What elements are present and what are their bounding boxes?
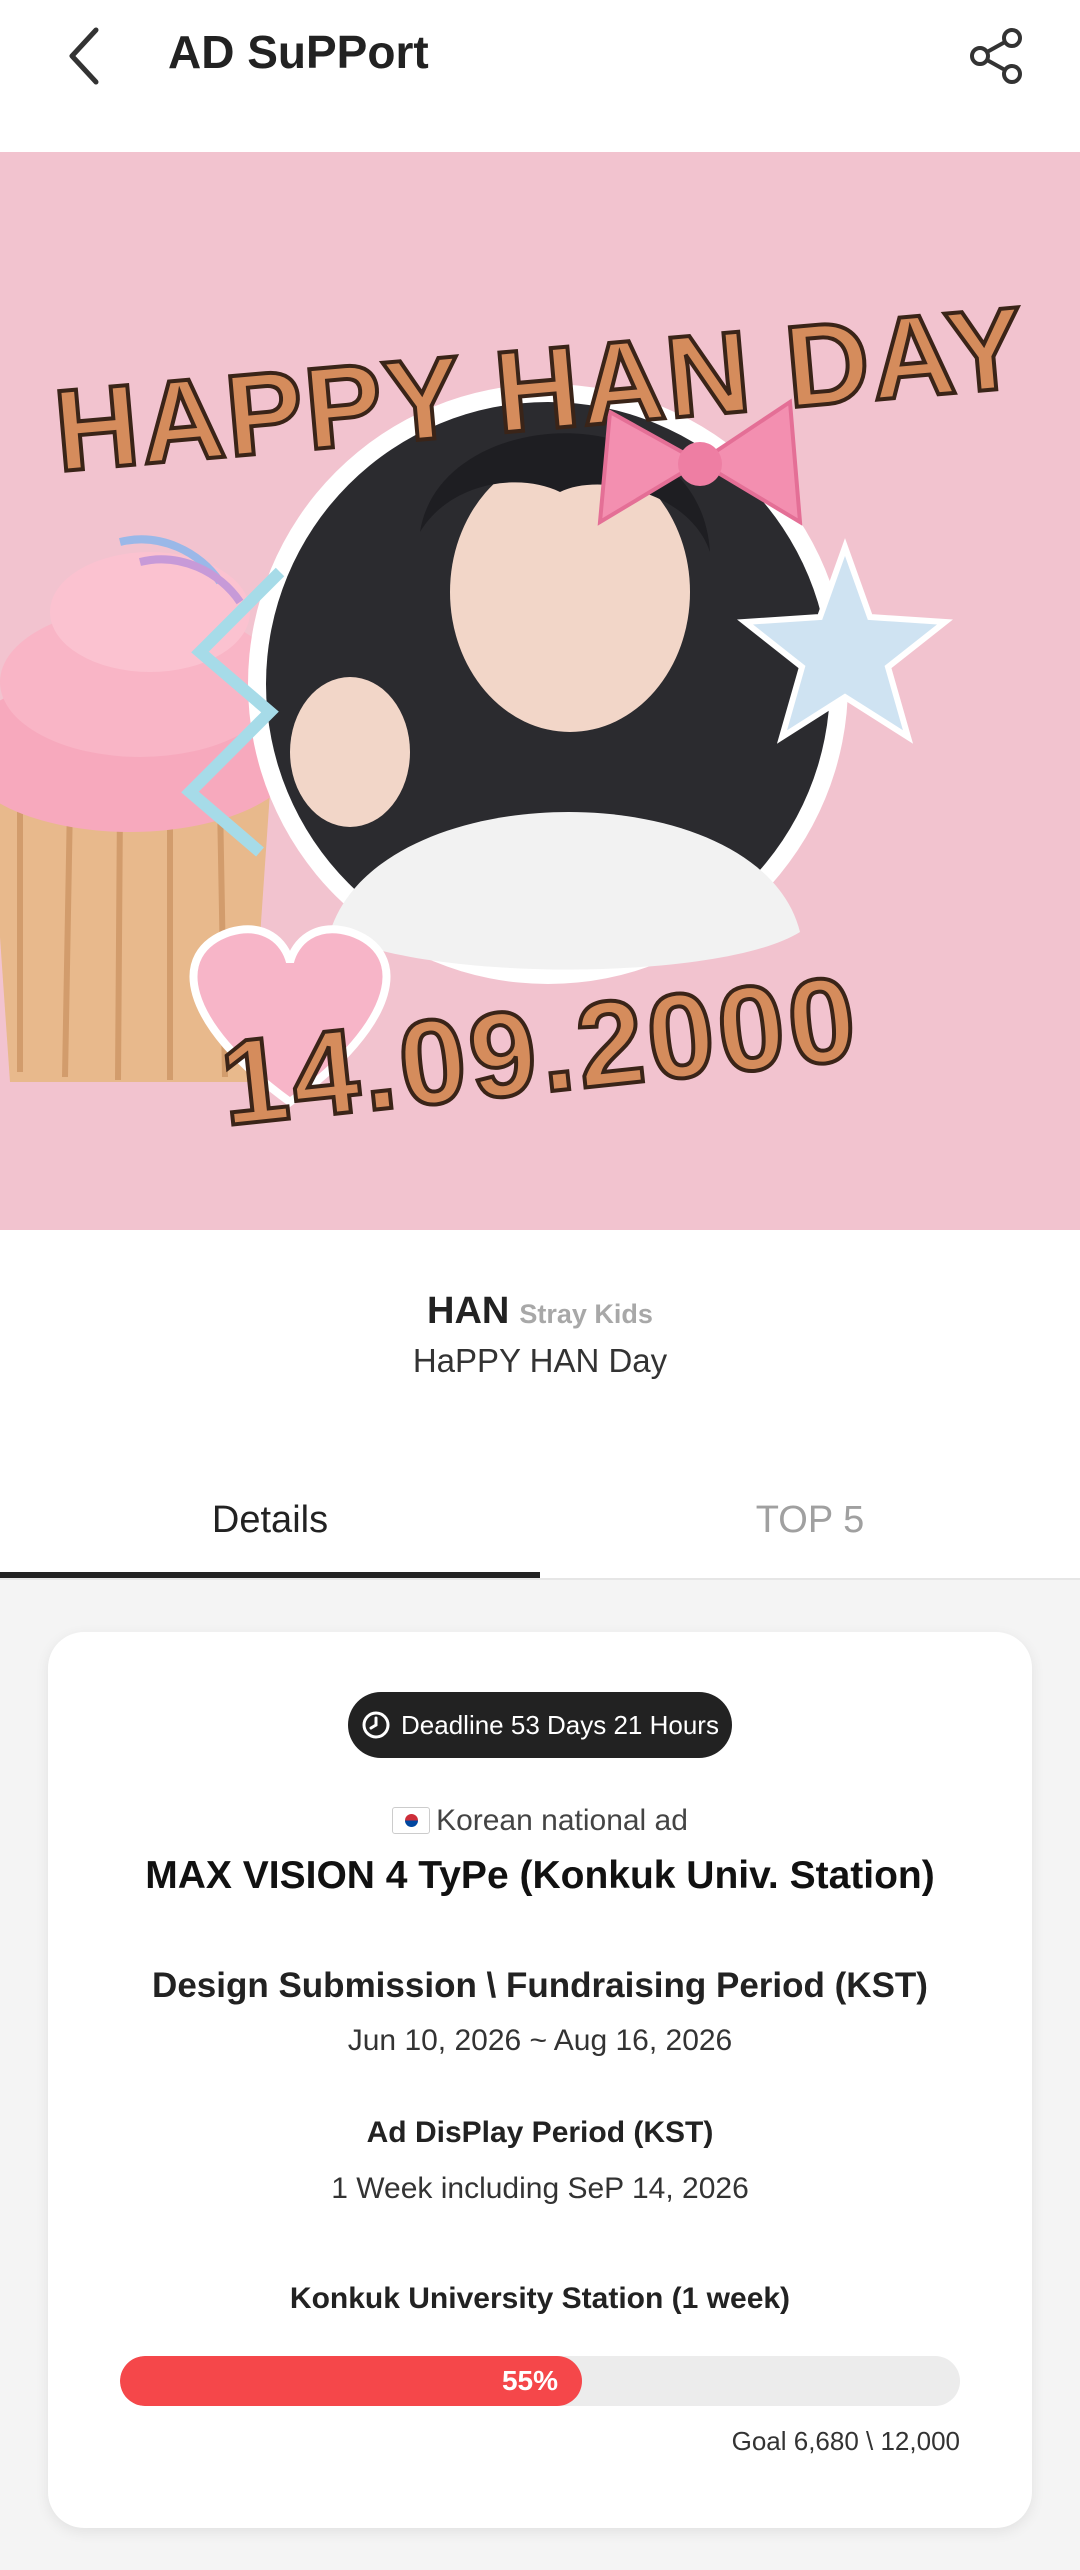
top-app-bar: AD SuPPort [0, 0, 1080, 152]
share-icon [970, 28, 1022, 84]
ad-category-text: Korean national ad [436, 1804, 688, 1837]
artist-group: Stray Kids [519, 1299, 653, 1329]
artist-info: HAN Stray Kids HaPPY HAN Day [0, 1230, 1080, 1462]
share-button[interactable] [958, 18, 1034, 94]
korea-flag-icon [392, 1807, 431, 1834]
tab-bar: Details TOP 5 [0, 1462, 1080, 1580]
chevron-left-icon [69, 27, 99, 85]
event-name: HaPPY HAN Day [412, 1342, 668, 1379]
ad-category: Korean national ad [48, 1804, 1032, 1838]
funding-goal: Goal 6,680 \ 12,000 [731, 2426, 960, 2456]
active-tab-indicator [0, 1572, 540, 1578]
back-button[interactable] [52, 18, 116, 94]
clock-icon [361, 1710, 391, 1740]
deadline-text: Deadline 53 Days 21 Hours [401, 1709, 719, 1740]
ad-name: MAX VISION 4 TyPe (Konkuk Univ. Station) [145, 1854, 935, 1897]
progress-percent: 55% [501, 2365, 558, 2396]
ad-detail-card: Deadline 53 Days 21 Hours Korean nationa… [48, 1632, 1032, 2528]
display-period-value: 1 Week including SeP 14, 2026 [331, 2172, 749, 2205]
progress-fill: 55% [120, 2356, 582, 2406]
tab-details[interactable]: Details [0, 1462, 540, 1578]
period-label: Design Submission \ Fundraising Period (… [152, 1966, 928, 2005]
funding-progress-bar: 55% [120, 2356, 960, 2406]
page-title: AD SuPPort [168, 26, 429, 78]
location-label: Konkuk University Station (1 week) [289, 2282, 791, 2315]
artist-line: HAN Stray Kids [0, 1290, 1080, 1333]
display-period-label: Ad DisPlay Period (KST) [366, 2116, 714, 2149]
period-value: Jun 10, 2026 ~ Aug 16, 2026 [347, 2024, 733, 2057]
hero-banner: HAPPY HAN DAY 14.09.2000 [0, 152, 1080, 1230]
deadline-badge: Deadline 53 Days 21 Hours [348, 1692, 732, 1758]
artist-name: HAN [427, 1290, 510, 1332]
tab-top5[interactable]: TOP 5 [540, 1462, 1080, 1578]
